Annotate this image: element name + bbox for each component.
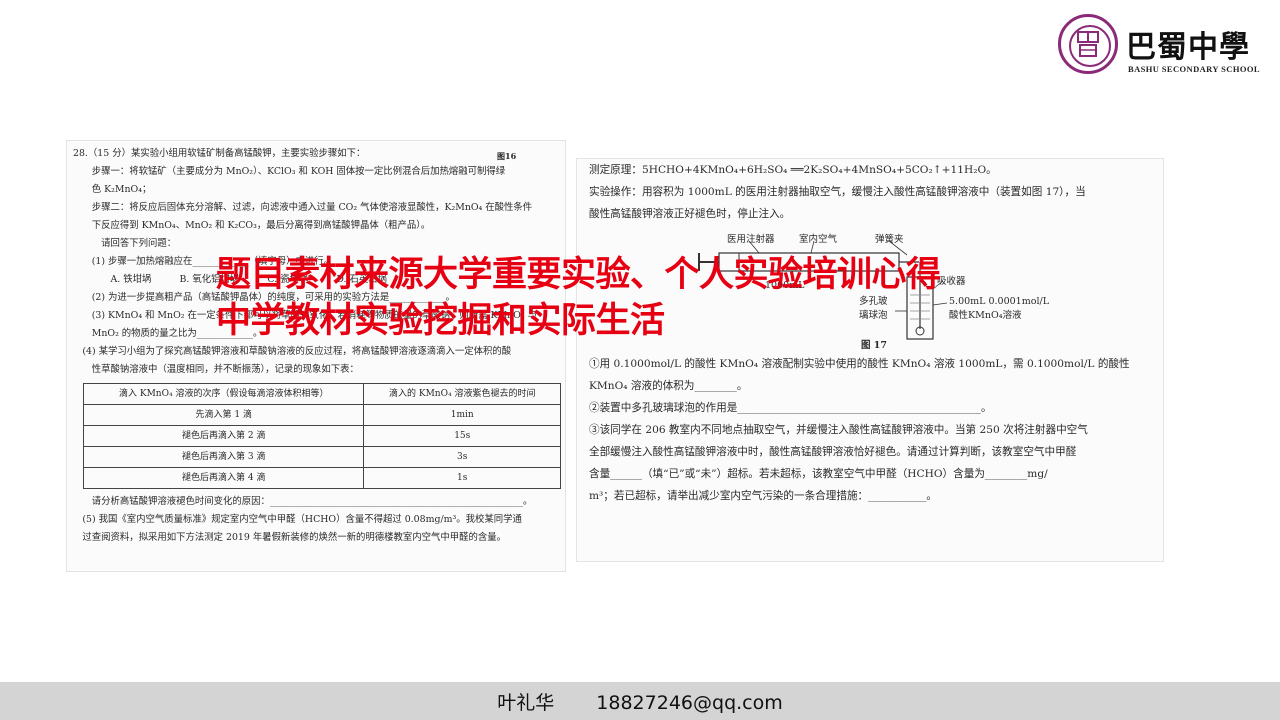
school-logo: 巴蜀中學 BASHU SECONDARY SCHOOL: [1058, 14, 1268, 80]
question-line: (4) 某学习小组为了探究高锰酸钾溶液和草酸钠溶液的反应过程，将高锰酸钾溶液逐滴…: [73, 346, 512, 357]
question-line: 下反应得到 KMnO₄、MnO₂ 和 K₂CO₃，最后分离得到高锰酸钾晶体（粗产…: [73, 220, 431, 231]
table-row: 褪色后再滴入第 4 滴 1s: [82, 467, 561, 489]
table-row: 先滴入第 1 滴 1min: [82, 404, 561, 426]
label-solution-2: 酸性KMnO₄溶液: [949, 310, 1022, 321]
label-spring-clip: 弹簧夹: [875, 234, 904, 245]
label-indoor-air: 室内空气: [799, 234, 838, 245]
table-row: 褪色后再滴入第 3 滴 3s: [82, 446, 561, 468]
footer-bar: 叶礼华 18827246@qq.com: [0, 682, 1280, 720]
question-line: 请分析高锰酸钾溶液褪色时间变化的原因：_____________________…: [73, 496, 533, 507]
overlay-title-line1: 题目素材来源大学重要实验、个人实验培训心得: [216, 255, 941, 295]
table-cell: 先滴入第 1 滴: [82, 404, 365, 426]
observation-table: 滴入 KMnO₄ 溶液的次序（假设每滴溶液体积相等） 滴入的 KMnO₄ 溶液紫…: [82, 383, 561, 489]
question-line: 测定原理：5HCHO+4KMnO₄+6H₂SO₄ ══2K₂SO₄+4MnSO₄…: [589, 164, 997, 176]
footer-contact: 叶礼华 18827246@qq.com: [0, 688, 1280, 715]
figure-tag: 图16: [497, 151, 517, 161]
question-line: 28.（15 分）某实验小组用软锰矿制备高锰酸钾，主要实验步骤如下：: [73, 148, 366, 159]
author-name: 叶礼华: [497, 692, 555, 714]
school-name-english: BASHU SECONDARY SCHOOL: [1128, 64, 1260, 74]
table-header-row: 滴入 KMnO₄ 溶液的次序（假设每滴溶液体积相等） 滴入的 KMnO₄ 溶液紫…: [82, 383, 561, 405]
question-line: 过查阅资料，拟采用如下方法测定 2019 年暑假新装修的焕然一新的明德楼教室内空…: [73, 532, 506, 543]
question-line: ③该同学在 206 教室内不同地点抽取空气，并缓慢注入酸性高锰酸钾溶液中。当第 …: [589, 424, 1088, 436]
exam-paper-left: 图16 28.（15 分）某实验小组用软锰矿制备高锰酸钾，主要实验步骤如下： 步…: [66, 140, 566, 572]
question-line: 步骤一：将软锰矿（主要成分为 MnO₂）、KClO₃ 和 KOH 固体按一定比例…: [73, 166, 506, 177]
question-line: 色 K₂MnO₄；: [73, 184, 152, 195]
table-cell: 15s: [363, 425, 561, 447]
overlay-title: 题目素材来源大学重要实验、个人实验培训心得 中学教材实验挖掘和实际生活: [216, 252, 941, 344]
question-line: ②装置中多孔玻璃球泡的作用是__________________________…: [589, 402, 992, 414]
author-email: 18827246@qq.com: [596, 692, 783, 714]
overlay-title-line2: 中学教材实验挖掘和实际生活: [216, 301, 665, 341]
table-header: 滴入的 KMnO₄ 溶液紫色褪去的时间: [363, 383, 561, 405]
table-cell: 1min: [363, 404, 561, 426]
exam-paper-right: 测定原理：5HCHO+4KMnO₄+6H₂SO₄ ══2K₂SO₄+4MnSO₄…: [576, 158, 1164, 562]
table-cell: 褪色后再滴入第 2 滴: [82, 425, 365, 447]
question-line: 实验操作：用容积为 1000mL 的医用注射器抽取空气，缓慢注入酸性高锰酸钾溶液…: [589, 186, 1086, 198]
table-cell: 3s: [363, 446, 561, 468]
table-cell: 褪色后再滴入第 3 滴: [82, 446, 365, 468]
table-cell: 褪色后再滴入第 4 滴: [82, 467, 365, 489]
school-seal-icon: [1058, 14, 1118, 74]
question-line: KMnO₄ 溶液的体积为________。: [589, 380, 748, 392]
question-line: (5) 我国《室内空气质量标准》规定室内空气中甲醛（HCHO）含量不得超过 0.…: [73, 514, 522, 525]
question-line: 步骤二：将反应后固体充分溶解、过滤，向滤液中通入过量 CO₂ 气体使溶液显酸性，…: [73, 202, 533, 213]
table-header: 滴入 KMnO₄ 溶液的次序（假设每滴溶液体积相等）: [82, 383, 365, 405]
question-line: 请回答下列问题：: [73, 238, 177, 249]
label-syringe: 医用注射器: [727, 234, 775, 245]
school-name: 巴蜀中學: [1126, 30, 1250, 65]
question-line: 含量______（填“已”或“未”）超标。若未超标，该教室空气中甲醛（HCHO）…: [589, 468, 1048, 480]
question-line: m³；若已超标，请举出减少室内空气污染的一条合理措施：___________。: [589, 490, 937, 502]
question-line: 全部缓慢注入酸性高锰酸钾溶液中时，酸性高锰酸钾溶液恰好褪色。请通过计算判断，该教…: [589, 446, 1077, 458]
table-cell: 1s: [363, 467, 561, 489]
question-line: 酸性高锰酸钾溶液正好褪色时，停止注入。: [589, 208, 791, 220]
label-absorber: 吸收器: [937, 276, 966, 287]
table-row: 褪色后再滴入第 2 滴 15s: [82, 425, 561, 447]
question-line: 性草酸钠溶液中（温度相同，并不断振荡），记录的现象如下表：: [73, 364, 359, 375]
